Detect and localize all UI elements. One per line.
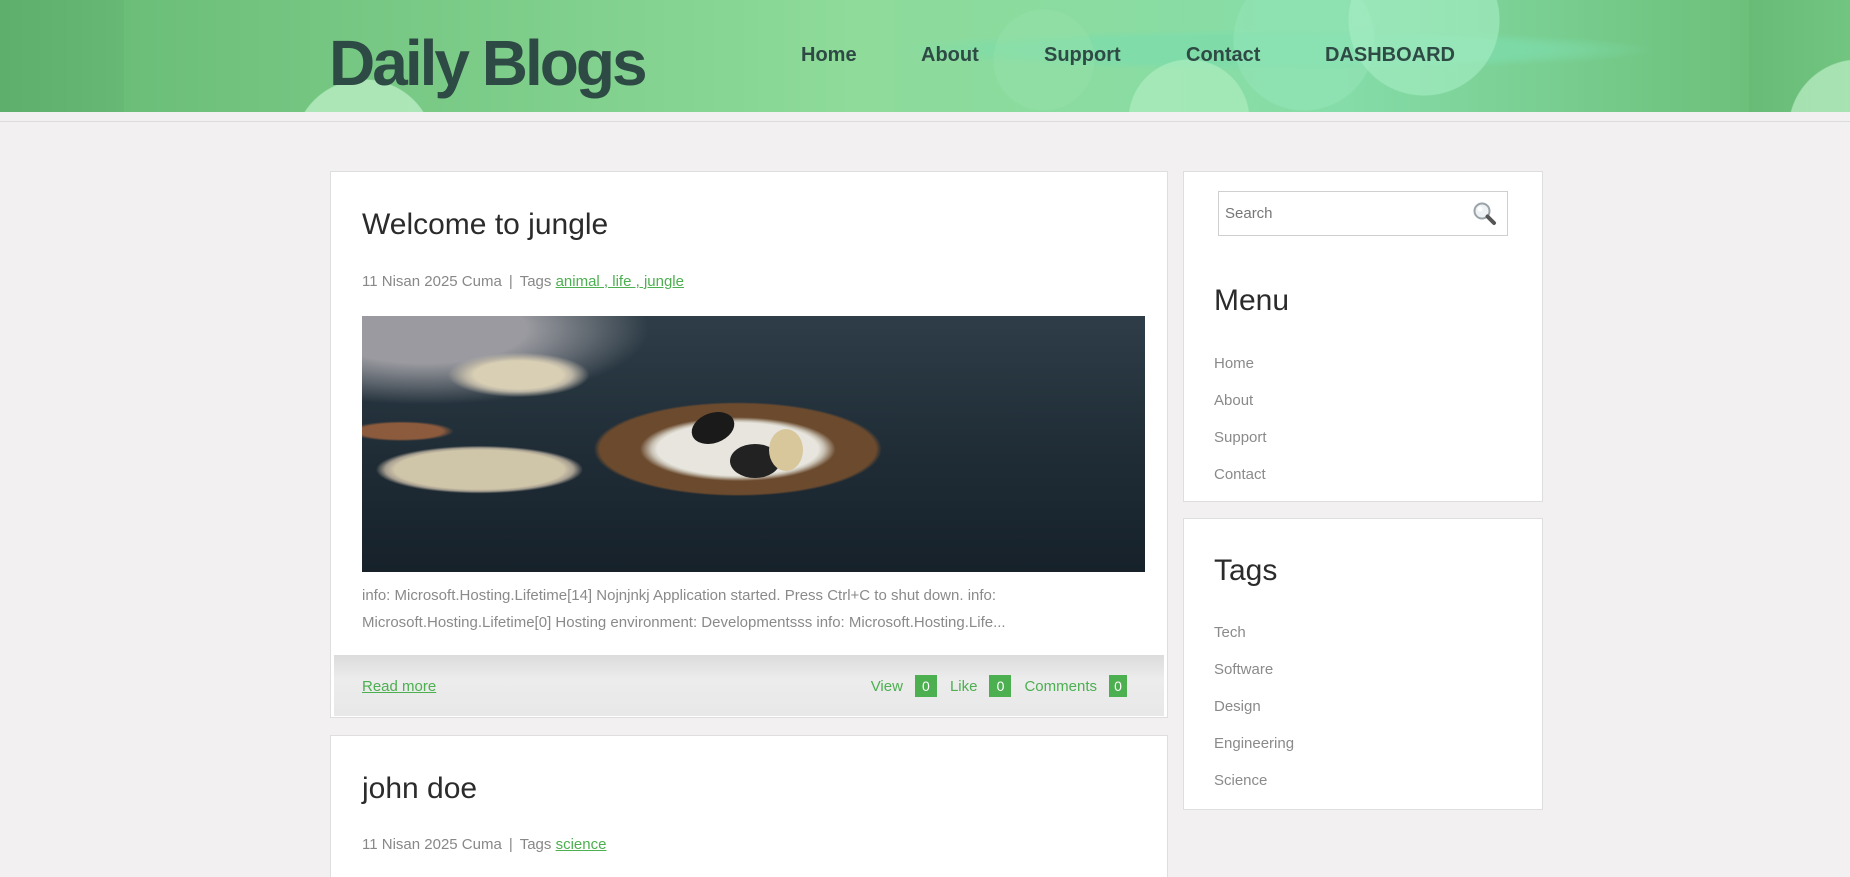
tag-link-software[interactable]: Software xyxy=(1214,661,1273,678)
meta-separator: | xyxy=(508,273,513,290)
post-date: 11 Nisan 2025 Cuma xyxy=(362,273,502,290)
menu-item: Support xyxy=(1214,428,1267,465)
post-title[interactable]: john doe xyxy=(362,772,477,806)
post-meta: 11 Nisan 2025 Cuma | Tags science xyxy=(362,836,606,853)
comments-label[interactable]: Comments xyxy=(1024,678,1097,695)
read-more-link[interactable]: Read more xyxy=(362,678,436,695)
tag-link-tech[interactable]: Tech xyxy=(1214,624,1246,641)
tags-label: Tags xyxy=(519,273,552,290)
tag-item: Software xyxy=(1214,660,1294,697)
search-input[interactable] xyxy=(1225,192,1465,235)
menu-item: About xyxy=(1214,391,1267,428)
site-header: Daily Blogs Home About Support Contact D… xyxy=(0,0,1850,112)
menu-item-contact[interactable]: Contact xyxy=(1214,466,1266,483)
post-card: Welcome to jungle 11 Nisan 2025 Cuma | Tag… xyxy=(330,171,1168,718)
header-left-panel xyxy=(0,0,124,112)
post-title[interactable]: Welcome to jungle xyxy=(362,208,608,242)
view-count-badge: 0 xyxy=(914,675,937,697)
sidebar-menu-widget: Menu Home About Support Contact xyxy=(1183,171,1543,502)
site-logo[interactable]: Daily Blogs xyxy=(329,26,648,100)
post-tags-link[interactable]: science xyxy=(556,836,607,853)
tag-link-science[interactable]: Science xyxy=(1214,772,1267,789)
tags-list: Tech Software Design Engineering Science xyxy=(1214,623,1294,808)
search-icon[interactable] xyxy=(1471,201,1497,227)
tag-item: Tech xyxy=(1214,623,1294,660)
post-image[interactable] xyxy=(362,316,1145,572)
post-tags-link[interactable]: animal , life , jungle xyxy=(556,273,684,290)
tag-link-design[interactable]: Design xyxy=(1214,698,1261,715)
menu-item: Contact xyxy=(1214,465,1267,502)
tag-item: Design xyxy=(1214,697,1294,734)
post-excerpt: info: Microsoft.Hosting.Lifetime[14] Noj… xyxy=(362,587,1006,631)
nav-home[interactable]: Home xyxy=(801,44,857,67)
tag-item: Science xyxy=(1214,771,1294,808)
view-label: View xyxy=(870,677,903,695)
post-date: 11 Nisan 2025 Cuma xyxy=(362,836,502,853)
search-box xyxy=(1218,191,1508,236)
image-detail xyxy=(769,428,804,471)
post-meta: 11 Nisan 2025 Cuma | Tags animal , life , … xyxy=(362,273,684,290)
menu-title: Menu xyxy=(1214,284,1290,317)
post-card: john doe 11 Nisan 2025 Cuma | Tags science xyxy=(330,735,1168,877)
menu-item: Home xyxy=(1214,354,1267,391)
meta-separator: | xyxy=(508,836,513,853)
post-footer: Read more View 0 Like 0 Comments 0 xyxy=(334,655,1164,716)
menu-list: Home About Support Contact xyxy=(1214,354,1267,502)
post-stats: View 0 Like 0 Comments 0 xyxy=(871,675,1127,697)
header-right-panel xyxy=(1749,0,1850,112)
like-count-badge: 0 xyxy=(989,675,1012,697)
comments-count-badge: 0 xyxy=(1109,675,1127,697)
nav-support[interactable]: Support xyxy=(1044,44,1121,67)
menu-item-support[interactable]: Support xyxy=(1214,429,1267,446)
sidebar-tags-widget: Tags Tech Software Design Engineering Sc… xyxy=(1183,518,1543,810)
tags-label: Tags xyxy=(519,836,552,853)
image-detail xyxy=(687,406,739,450)
menu-item-home[interactable]: Home xyxy=(1214,355,1254,372)
like-label[interactable]: Like xyxy=(950,678,978,695)
nav-about[interactable]: About xyxy=(921,44,979,67)
menu-item-about[interactable]: About xyxy=(1214,392,1253,409)
nav-dashboard[interactable]: DASHBOARD xyxy=(1325,44,1455,67)
tag-link-engineering[interactable]: Engineering xyxy=(1214,735,1294,752)
nav-contact[interactable]: Contact xyxy=(1186,44,1260,67)
tags-title: Tags xyxy=(1214,554,1278,587)
tag-item: Engineering xyxy=(1214,734,1294,771)
header-divider xyxy=(0,112,1850,122)
